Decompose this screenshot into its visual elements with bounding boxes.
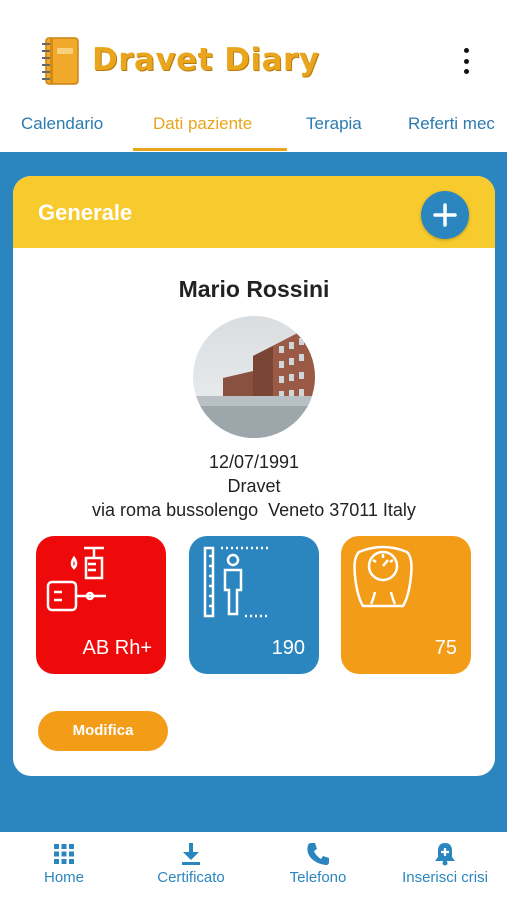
more-options-icon[interactable] [458, 48, 474, 74]
address: via roma bussolengo Veneto 37011 Italy [92, 500, 416, 520]
nav-inserisci-crisi[interactable]: Inserisci crisi [392, 842, 498, 887]
bottom-navigation: Home Certificato Telefono Inserisci cris… [0, 832, 507, 900]
plus-icon [433, 203, 457, 227]
nav-certificato[interactable]: Certificato [146, 842, 236, 887]
edit-button[interactable]: Modifica [38, 711, 168, 751]
phone-icon [307, 843, 329, 865]
tab-terapia[interactable]: Terapia [306, 114, 362, 134]
weight-value: 75 [434, 637, 457, 659]
download-icon [182, 843, 200, 865]
height-tile[interactable]: 190 [189, 536, 319, 674]
nav-home[interactable]: Home [34, 842, 94, 887]
tab-bar: Calendario Dati paziente Terapia Referti… [0, 100, 507, 152]
blood-type-tile[interactable]: AB Rh+ [36, 536, 166, 674]
blood-transfusion-icon [46, 546, 106, 612]
tab-dati-paziente[interactable]: Dati paziente [153, 114, 252, 134]
tab-referti[interactable]: Referti mec [408, 114, 495, 134]
app-header: Dravet Diary [0, 0, 507, 100]
diary-logo-icon [42, 37, 79, 85]
bell-plus-icon [435, 843, 455, 866]
patient-name: Mario Rossini [178, 276, 330, 302]
blood-type-value: AB Rh+ [82, 637, 152, 659]
nav-telefono[interactable]: Telefono [280, 842, 356, 887]
patient-avatar [193, 316, 315, 438]
card-title: Generale [38, 200, 133, 225]
birth-date: 12/07/1991 [208, 452, 300, 472]
tab-calendario[interactable]: Calendario [21, 114, 103, 134]
avatar-image [193, 316, 315, 438]
nav-certificato-label: Certificato [157, 869, 225, 886]
nav-inserisci-crisi-label: Inserisci crisi [402, 869, 488, 886]
card-header: Generale [13, 176, 495, 248]
app-title: Dravet Diary [92, 42, 320, 78]
weight-tile[interactable]: 75 [341, 536, 471, 674]
nav-home-label: Home [43, 869, 84, 886]
active-tab-indicator [133, 148, 287, 151]
add-button[interactable] [421, 191, 469, 239]
height-value: 190 [271, 637, 305, 659]
weight-scale-icon [353, 545, 413, 608]
height-measure-icon [203, 546, 269, 618]
condition: Dravet [227, 476, 281, 496]
patient-card: Generale Mario Rossini 12/07/1991 Dravet… [13, 176, 495, 776]
nav-telefono-label: Telefono [289, 869, 347, 886]
grid-icon [54, 844, 74, 864]
